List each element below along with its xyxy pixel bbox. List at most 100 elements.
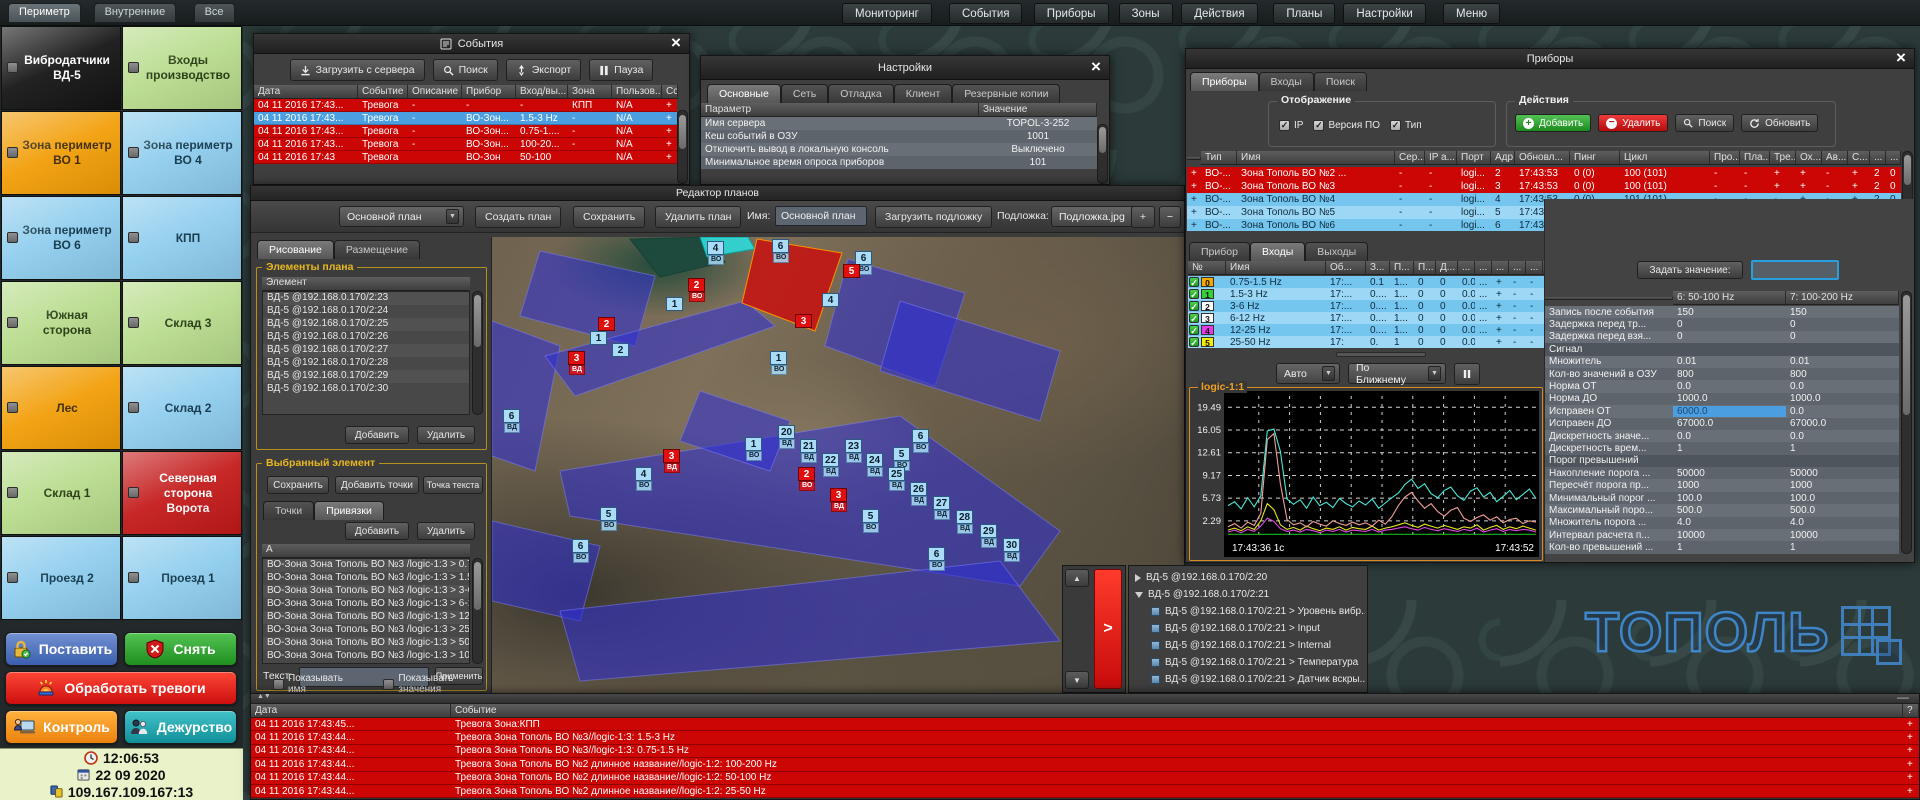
map-sensor-badge[interactable]: 4ВО — [707, 241, 724, 255]
map-sensor-badge[interactable]: 25ВД — [888, 467, 905, 481]
device-search-button[interactable]: Поиск — [1675, 114, 1734, 132]
element-save-button[interactable]: Сохранить — [267, 476, 329, 494]
device-remove-button[interactable]: −Удалить — [1598, 114, 1668, 132]
map-sensor-badge[interactable]: 1ВО — [745, 437, 762, 451]
devices-col-header[interactable]: Ох... — [1796, 151, 1822, 165]
map-sensor-badge[interactable]: 3ВД — [830, 488, 847, 502]
param-row[interactable]: Кол-во превышений ...11 — [1545, 541, 1899, 553]
menu-Мониторинг[interactable]: Мониторинг — [842, 3, 932, 24]
display-checkbox-IP[interactable]: ✓IP — [1279, 120, 1303, 131]
map-sensor-badge[interactable]: 5 — [843, 264, 860, 278]
devices-col-header[interactable]: Ав... — [1822, 151, 1848, 165]
plan-name-input[interactable]: Основной план — [775, 206, 867, 226]
param-row[interactable]: Запись после события150150 — [1545, 306, 1899, 318]
log-col-header[interactable]: Событие — [451, 704, 1903, 718]
channel-row[interactable]: ✓00.75-1.5 Hz17:...0.11...000.0...+--... — [1188, 276, 1564, 288]
tree-item[interactable]: ВД-5 @192.168.0.170/2:21 > Температура — [1131, 654, 1365, 671]
channels-col-header[interactable]: ... — [1475, 261, 1492, 275]
events-export-button[interactable]: Экспорт — [506, 59, 581, 81]
channel-checkbox[interactable]: ✓ — [1189, 313, 1199, 323]
devices-col-header[interactable]: ... — [1886, 151, 1901, 165]
devices-tab-Поиск[interactable]: Поиск — [1314, 72, 1367, 91]
channels-col-header[interactable]: ... — [1492, 261, 1509, 275]
zone-tile[interactable]: Южная сторона — [1, 281, 121, 365]
element-remove-button[interactable]: Удалить — [417, 426, 475, 444]
events-col-header[interactable]: Зона — [568, 85, 612, 99]
add-points-button[interactable]: Добавить точки — [335, 476, 419, 494]
channel-checkbox[interactable]: ✓ — [1189, 325, 1199, 335]
param-row[interactable]: Исправен ДО67000.067000.0 — [1545, 418, 1899, 430]
plan-element-item[interactable]: ВД-5 @192.168.0.170/2:28 — [263, 357, 469, 370]
param-row[interactable]: Норма ОТ0.00.0 — [1545, 380, 1899, 392]
devices-col-header[interactable]: IP а... — [1425, 151, 1457, 165]
map-sensor-badge[interactable]: 4ВО — [635, 467, 652, 481]
zone-checkbox[interactable] — [128, 572, 139, 583]
map-sensor-badge[interactable]: 3ВД — [568, 351, 585, 365]
view-tab-Периметр[interactable]: Периметр — [8, 3, 81, 23]
channel-row[interactable]: ✓36-12 Hz17:...0....1...000.0...+--... — [1188, 312, 1564, 324]
devices-col-header[interactable]: Адр — [1491, 151, 1515, 165]
mode-select[interactable]: Авто▼ — [1276, 363, 1340, 384]
alarm-indicator-button[interactable]: > — [1094, 569, 1122, 689]
show-name-option[interactable]: Показывать имя — [273, 673, 357, 695]
map-sensor-badge[interactable]: 6ВО — [855, 251, 872, 265]
param-row[interactable]: Интервал расчета п...1000010000 — [1545, 529, 1899, 541]
zone-checkbox[interactable] — [7, 62, 18, 73]
devices-tab-Приборы[interactable]: Приборы — [1190, 72, 1259, 91]
channels-col-header[interactable]: ... — [1509, 261, 1526, 275]
zone-tile[interactable]: Склад 2 — [122, 366, 242, 450]
devices-col-header[interactable]: Пла... — [1740, 151, 1770, 165]
plan-element-item[interactable]: ВД-5 @192.168.0.170/2:23 — [263, 292, 469, 305]
plan-select[interactable]: Основной план▼ — [339, 206, 464, 227]
channel-row[interactable]: ✓23-6 Hz17:...0....1...000.0...+--... — [1188, 300, 1564, 312]
devices-col-header[interactable]: Обновл... — [1515, 151, 1570, 165]
delete-plan-button[interactable]: Удалить план — [655, 206, 741, 228]
nearest-select[interactable]: По Ближнему▼ — [1348, 363, 1446, 384]
devices-col-header[interactable]: Тип — [1201, 151, 1237, 165]
settings-row[interactable]: Минимальное время опроса приборов101 — [701, 156, 1097, 169]
binding-item[interactable]: ВО-Зона Зона Тополь ВО №3 /logic-1:3 > 3… — [263, 585, 469, 598]
map-sensor-badge[interactable]: 4 — [822, 293, 839, 307]
underlay-remove-button[interactable]: − — [1159, 206, 1181, 228]
events-row[interactable]: 04 11 2016 17:43ТревогаВО-Зон50-100N/A+ — [254, 151, 677, 164]
plan-editor-titlebar[interactable]: Редактор планов — [251, 186, 1184, 201]
map-sensor-badge[interactable]: 6ВД — [503, 409, 520, 423]
settings-row[interactable]: Отключить вывод в локальную консольВыклю… — [701, 143, 1097, 156]
plan-element-item[interactable]: ВД-5 @192.168.0.170/2:24 — [263, 305, 469, 318]
channel-checkbox[interactable]: ✓ — [1189, 337, 1199, 347]
events-col-header[interactable]: Дата — [254, 85, 358, 99]
map-sensor-badge[interactable]: 1 — [666, 297, 683, 311]
duty-button[interactable]: Дежурство — [124, 710, 237, 744]
binding-item[interactable]: ВО-Зона Зона Тополь ВО №3 /logic-1:3 > 1… — [263, 650, 469, 663]
zone-tile[interactable]: Северная сторона Ворота — [122, 451, 242, 535]
zone-checkbox[interactable] — [7, 487, 18, 498]
menu-Настройки[interactable]: Настройки — [1343, 3, 1425, 24]
menu-Зоны[interactable]: Зоны — [1119, 3, 1173, 24]
param-row[interactable]: Норма ДО1000.01000.0 — [1545, 393, 1899, 405]
map-sensor-badge[interactable]: 3 — [795, 314, 812, 328]
events-titlebar[interactable]: События × — [254, 34, 689, 54]
settings-titlebar[interactable]: Настройки × — [701, 56, 1109, 80]
events-col-header[interactable]: Описание — [408, 85, 462, 99]
device-refresh-button[interactable]: Обновить — [1741, 114, 1818, 132]
tree-item[interactable]: ВД-5 @192.168.0.170/2:21 > Internal — [1131, 637, 1365, 654]
binding-item[interactable]: ВО-Зона Зона Тополь ВО №3 /logic-1:3 > 1… — [263, 611, 469, 624]
view-tab-Все[interactable]: Все — [194, 3, 235, 23]
param-row[interactable]: Порог превышений — [1545, 455, 1899, 467]
triangle-expanded-icon[interactable] — [1135, 592, 1143, 598]
param-row[interactable]: Минимальный порог ...100.0100.0 — [1545, 492, 1899, 504]
bindings-scrollbar[interactable] — [472, 558, 483, 664]
param-row[interactable]: Сигнал — [1545, 343, 1899, 355]
zone-checkbox[interactable] — [7, 572, 18, 583]
set-value-button[interactable]: Задать значение: — [1637, 261, 1743, 279]
zone-tile[interactable]: Склад 1 — [1, 451, 121, 535]
channels-col-header[interactable]: Об... — [1326, 261, 1366, 275]
menu-Действия[interactable]: Действия — [1181, 3, 1257, 24]
plan-tab-Размещение[interactable]: Размещение — [334, 240, 420, 259]
map-sensor-badge[interactable]: 3ВД — [663, 449, 680, 463]
events-col-header[interactable]: Сс... — [662, 85, 678, 99]
channels-col-header[interactable]: № — [1188, 261, 1226, 275]
io-tab-Выходы[interactable]: Выходы — [1305, 242, 1368, 261]
zone-checkbox[interactable] — [7, 402, 18, 413]
zone-tile[interactable]: Зона периметр ВО 1 — [1, 111, 121, 195]
